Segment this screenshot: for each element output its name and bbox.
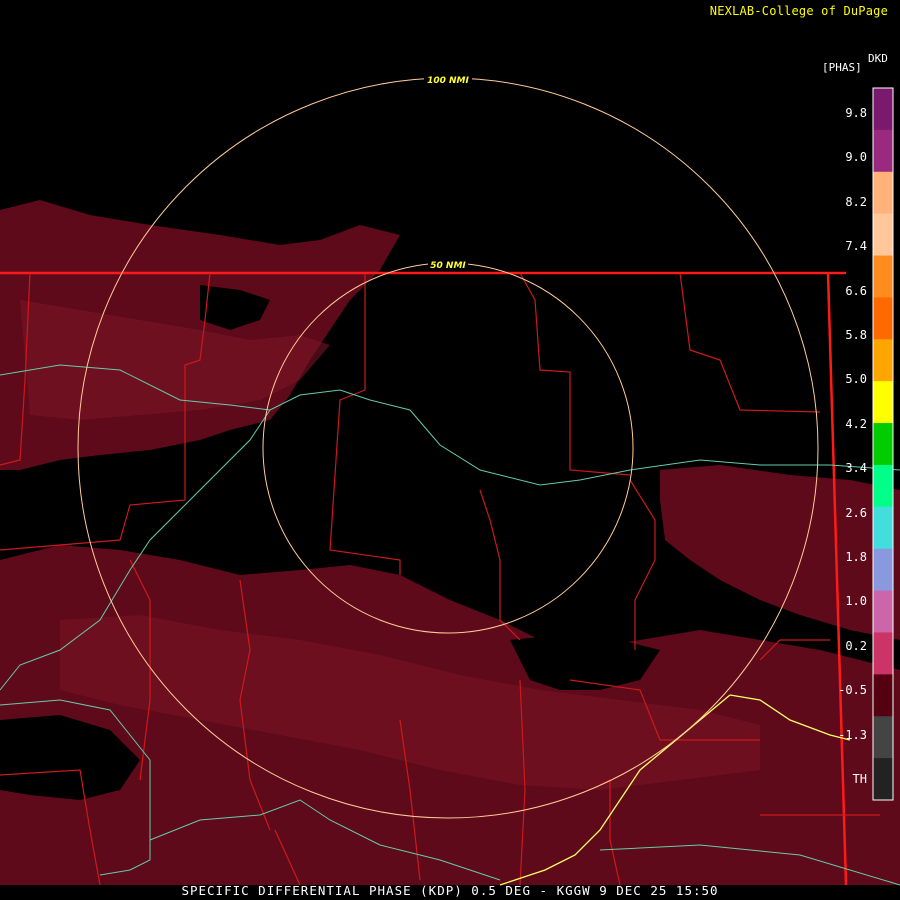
legend-swatch [873, 171, 893, 215]
legend-scale-label: TH [852, 772, 867, 786]
legend-swatch [873, 213, 893, 257]
legend-scale-label: 6.6 [845, 283, 867, 298]
range-ring-100-label: 100 NMI [427, 76, 469, 86]
legend-scale-label: 4.2 [845, 416, 867, 431]
legend-swatch [873, 464, 893, 508]
legend-product-code: DKD [868, 52, 888, 65]
legend-swatch [873, 506, 893, 550]
legend-scale-label: 8.2 [845, 194, 867, 209]
legend-swatch [873, 590, 893, 633]
legend-scale-label: -1.3 [838, 727, 867, 742]
legend-swatch [873, 381, 893, 424]
legend-scale-label: 5.0 [845, 372, 867, 387]
legend-scale-label: 1.8 [845, 550, 867, 564]
legend-colorbar [872, 87, 894, 801]
legend-scale-label: 2.6 [845, 505, 867, 520]
radar-map: 50 NMI 100 NMI [0, 74, 900, 886]
legend-scale-label: 0.2 [845, 638, 867, 653]
legend-swatch [873, 255, 893, 298]
legend-swatch [873, 339, 893, 382]
radar-display: 50 NMI 100 NMI NEXLAB-College of DuPage … [0, 0, 900, 900]
legend-scale-label: 1.0 [845, 594, 867, 609]
legend-scale-label: 3.4 [845, 461, 867, 476]
legend-scale-label: 9.8 [845, 106, 867, 120]
legend-swatch [873, 632, 893, 675]
legend-swatch [873, 297, 893, 340]
legend-swatch [873, 129, 893, 173]
range-ring-labels: 50 NMI 100 NMI [424, 74, 472, 271]
legend-swatch [873, 758, 893, 801]
legend-header: DKD [PHAS] [822, 53, 888, 74]
legend-scale-label: 7.4 [845, 239, 867, 254]
product-footer: SPECIFIC DIFFERENTIAL PHASE (KDP) 0.5 DE… [181, 883, 719, 898]
credit-text: NEXLAB-College of DuPage [709, 4, 888, 18]
legend-swatch [873, 548, 893, 592]
legend-scale-label: 5.8 [845, 328, 867, 342]
echo-layer [0, 200, 900, 885]
legend-swatch [873, 88, 893, 131]
legend-swatch [873, 716, 893, 759]
legend-scale-label: 9.0 [845, 150, 867, 165]
legend-swatch [873, 423, 893, 466]
range-ring-50-label: 50 NMI [430, 261, 466, 271]
legend-scale-label: -0.5 [838, 683, 867, 698]
legend-swatch [873, 674, 893, 717]
legend-unit-label: [PHAS] [822, 61, 862, 74]
